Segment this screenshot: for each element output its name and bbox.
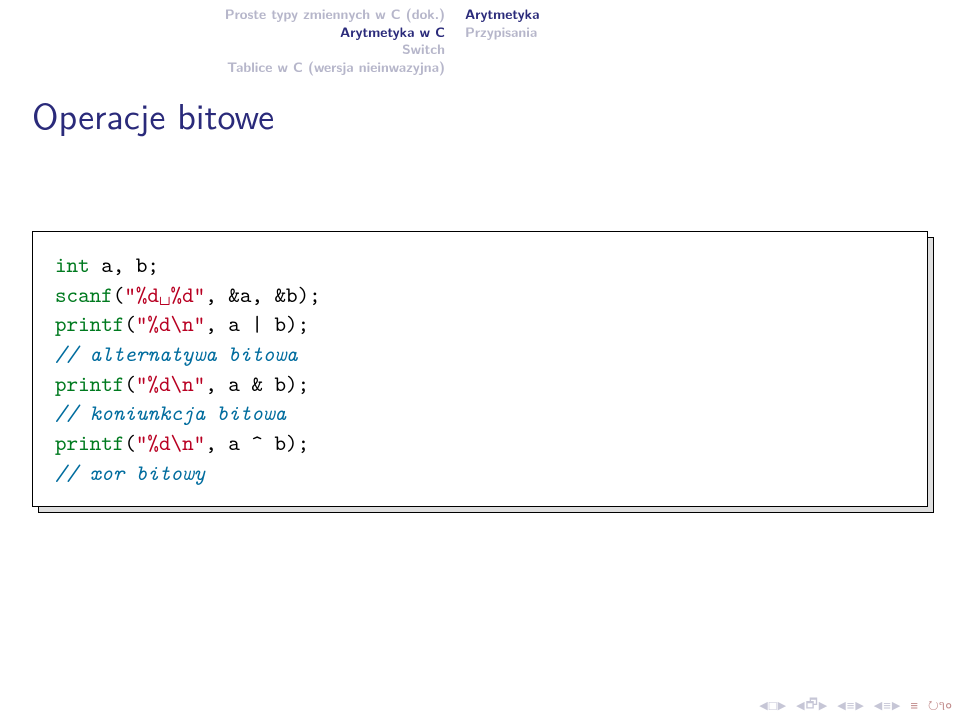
code-content: int a, b; scanf("%d␣%d", &a, &b); printf… [32,231,928,507]
nav-section[interactable]: Tablice w C (wersja nieinwazyjna) [0,59,445,77]
nav-outline-icon[interactable]: ≡ [910,696,918,715]
code-text: , &a, &b); [205,280,321,309]
code-string: "%d\n" [136,428,205,457]
nav-frame-prev-icon[interactable]: ◀🗗▶ [796,694,827,717]
code-string: "%d␣%d" [124,280,205,309]
code-comment: // xor bitowy [55,458,205,487]
nav-subsections: Arytmetyka Przypisania [455,6,539,76]
nav-subsection-active[interactable]: Arytmetyka [465,6,539,24]
code-keyword: int [55,250,90,279]
frame-title: Operacje bitowe [0,76,960,141]
nav-subsection[interactable]: Przypisania [465,24,539,42]
code-text: ( [124,369,136,398]
nav-slide-prev-icon[interactable]: ◀□▶ [759,696,786,715]
code-text: a, b; [90,250,159,279]
code-text: ( [113,280,125,309]
nav-sections: Proste typy zmiennych w C (dok.) Arytmet… [0,6,455,76]
code-block: int a, b; scanf("%d␣%d", &a, &b); printf… [32,231,928,507]
code-string: "%d\n" [136,309,205,338]
code-comment: // koniunkcja bitowa [55,398,286,427]
nav-header: Proste typy zmiennych w C (dok.) Arytmet… [0,0,960,76]
code-keyword: printf [55,309,124,338]
code-text: , a | b); [205,309,309,338]
code-keyword: printf [55,369,124,398]
nav-cycle-icon[interactable]: ↻૧० [928,696,952,715]
code-text: ( [124,309,136,338]
code-text: , a & b); [205,369,309,398]
nav-controls: ◀□▶ ◀🗗▶ ◀≡▶ ◀≡▶ ≡ ↻૧० [0,690,960,720]
nav-section[interactable]: Proste typy zmiennych w C (dok.) [0,6,445,24]
nav-section-prev-icon[interactable]: ◀≡▶ [874,696,901,715]
nav-section[interactable]: Switch [0,41,445,59]
code-text: ( [124,428,136,457]
code-string: "%d\n" [136,369,205,398]
code-keyword: printf [55,428,124,457]
nav-section-active[interactable]: Arytmetyka w C [0,24,445,42]
code-keyword: scanf [55,280,113,309]
nav-subsection-prev-icon[interactable]: ◀≡▶ [837,696,864,715]
code-text: , a ^ b); [205,428,309,457]
code-comment: // alternatywa bitowa [55,339,298,368]
